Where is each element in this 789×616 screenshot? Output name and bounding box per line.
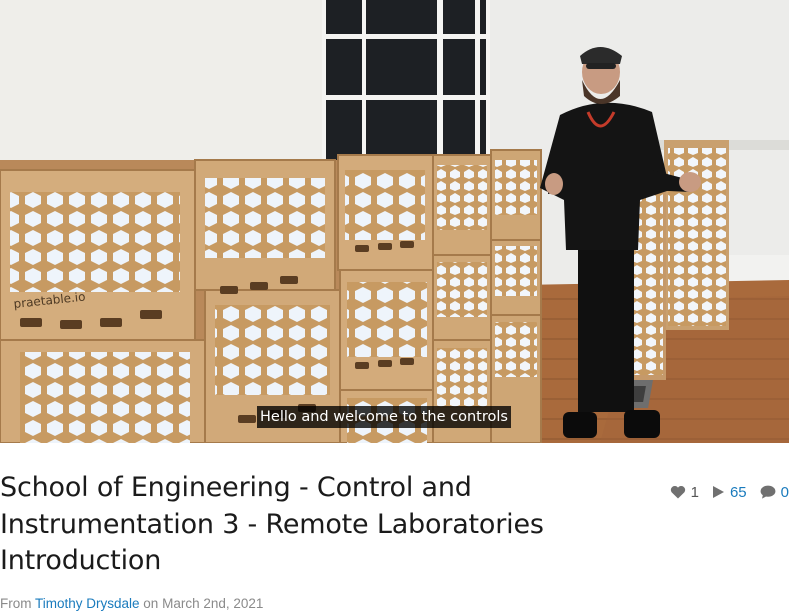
likes-count: 1 [690, 483, 699, 501]
likes-stat[interactable]: 1 [670, 484, 699, 501]
title-line-2: Instrumentation 3 - Remote Laboratories [0, 508, 544, 540]
heart-icon [670, 485, 685, 499]
title-line-3: Introduction [0, 545, 162, 576]
video-player[interactable]: praetable.io Hello and welcome to the co… [0, 0, 789, 443]
title-line-1: School of Engineering - Control and [0, 472, 472, 503]
comments-stat[interactable]: 0 [760, 484, 789, 501]
comment-icon [760, 485, 776, 499]
author-link[interactable]: Timothy Drysdale [35, 596, 140, 611]
publish-date: March 2nd, 2021 [162, 596, 264, 611]
video-caption: Hello and welcome to the controls [257, 406, 511, 428]
video-title: School of Engineering - Control and Inst… [0, 470, 560, 580]
plays-count: 65 [729, 483, 747, 501]
byline: From Timothy Drysdale on March 2nd, 2021 [0, 596, 263, 611]
video-frame: praetable.io [0, 0, 789, 443]
comments-count: 0 [780, 483, 789, 501]
byline-middle: on [139, 596, 163, 611]
byline-prefix: From [0, 596, 36, 611]
plays-stat[interactable]: 65 [712, 484, 747, 501]
play-icon [712, 486, 724, 498]
video-stats: 1 65 0 [657, 482, 789, 502]
